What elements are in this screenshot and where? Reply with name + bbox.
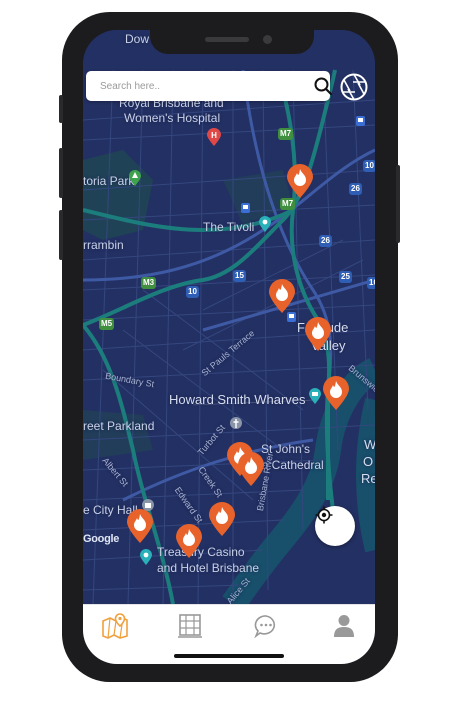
map-label-treasury-line2: and Hotel Brisbane [157, 561, 260, 575]
locate-me-button[interactable] [315, 506, 355, 546]
tab-chat[interactable] [246, 609, 286, 643]
phone-volume-up [59, 148, 63, 198]
fire-pin-icon[interactable] [209, 502, 235, 536]
phone-side-button [59, 95, 63, 123]
tab-venues[interactable] [170, 609, 210, 643]
map-label-right-re: Re [361, 471, 375, 486]
app-screen: Dow Royal Brisbane and Women's Hospital … [83, 30, 375, 664]
chat-bubble-icon [254, 615, 276, 638]
road-shield-m5: M5 [99, 318, 115, 330]
map-label-victoria-park: toria Park [83, 174, 135, 188]
search-bar [86, 71, 332, 101]
map-label-down: Dow [125, 32, 150, 46]
map-label-the-tivoli: The Tivoli [203, 220, 255, 234]
road-shield-26: 26 [349, 183, 362, 195]
road-shield-10: 10 [363, 160, 375, 172]
map-label-hospital-line2: Women's Hospital [124, 111, 221, 125]
svg-text:H: H [211, 131, 217, 140]
fire-pin-icon[interactable] [323, 376, 349, 410]
user-icon [334, 615, 354, 637]
road-shield-m7: M7 [280, 198, 296, 210]
phone-volume-down [59, 210, 63, 260]
phone-speaker [205, 37, 249, 42]
road-shield-10: 10 [186, 286, 199, 298]
map-view[interactable]: Dow Royal Brisbane and Women's Hospital … [83, 30, 375, 606]
building-icon [178, 614, 202, 638]
tab-profile[interactable] [324, 609, 364, 643]
google-logo: Google [83, 533, 120, 545]
road-shield-26: 26 [319, 235, 332, 247]
map-label-right-w: W [364, 437, 375, 452]
fire-pin-icon[interactable] [287, 164, 313, 198]
crosshair-icon [315, 506, 333, 524]
search-input[interactable] [98, 79, 282, 93]
fire-pin-icon[interactable] [127, 509, 153, 543]
fire-pin-icon[interactable] [176, 524, 202, 558]
phone-notch [150, 30, 314, 54]
home-indicator [174, 654, 284, 658]
road-shield-m7: M7 [278, 128, 294, 140]
road-shield-25: 25 [339, 271, 352, 283]
map-label-howard-smith: Howard Smith Wharves [169, 392, 306, 407]
map-pin-icon [102, 613, 128, 639]
map-label-right-o: O [363, 454, 374, 469]
road-shield-m3: M3 [141, 277, 157, 289]
phone-power-button [396, 165, 400, 243]
fire-pin-icon[interactable] [269, 279, 295, 313]
fire-pin-icon[interactable] [305, 317, 331, 351]
fire-pin-icon[interactable] [238, 452, 264, 486]
road-shield-10: 10 [367, 277, 375, 289]
tab-map[interactable] [95, 609, 135, 643]
road-shield-15: 15 [233, 270, 246, 282]
map-label-herston: rrambin [83, 238, 124, 252]
phone-camera [263, 35, 272, 44]
map-label-parkland: reet Parkland [83, 419, 155, 433]
